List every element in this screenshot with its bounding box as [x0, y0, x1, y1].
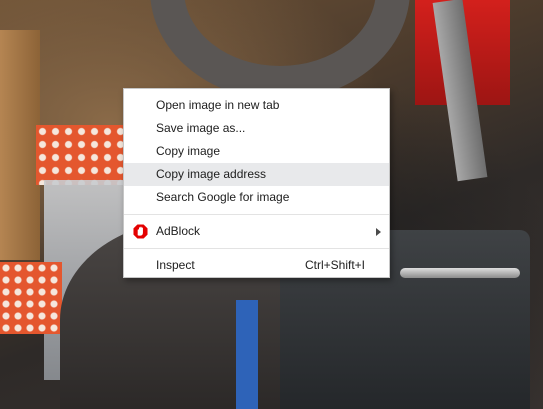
menu-item-copy-image-address[interactable]: Copy image address [124, 163, 389, 186]
menu-item-label: Inspect [156, 258, 195, 272]
steel-ring [150, 0, 410, 100]
menu-item-label: Save image as... [156, 121, 246, 135]
chevron-right-icon [376, 228, 381, 236]
keyboard-shortcut: Ctrl+Shift+I [304, 258, 365, 272]
menu-item-label: Open image in new tab [156, 98, 280, 112]
orange-crate-bottom [0, 262, 62, 334]
menu-separator [124, 248, 389, 249]
menu-item-open-image-new-tab[interactable]: Open image in new tab [124, 94, 389, 117]
menu-item-inspect[interactable]: Inspect Ctrl+Shift+I [124, 254, 389, 277]
menu-item-copy-image[interactable]: Copy image [124, 140, 389, 163]
menu-item-label: Copy image address [156, 167, 267, 181]
blue-object [236, 300, 258, 409]
menu-item-save-image-as[interactable]: Save image as... [124, 117, 389, 140]
wood-shelf [0, 30, 40, 260]
menu-item-label: Search Google for image [156, 190, 290, 204]
vise-handle-rod [400, 268, 520, 278]
adblock-hand-icon [133, 224, 148, 239]
menu-separator [124, 214, 389, 215]
menu-item-adblock[interactable]: AdBlock [124, 220, 389, 243]
context-menu: Open image in new tab Save image as... C… [123, 88, 390, 278]
menu-item-label: Copy image [156, 144, 221, 158]
menu-item-search-google-for-image[interactable]: Search Google for image [124, 186, 389, 209]
menu-item-label: AdBlock [156, 224, 201, 238]
orange-crate-top [36, 125, 126, 185]
